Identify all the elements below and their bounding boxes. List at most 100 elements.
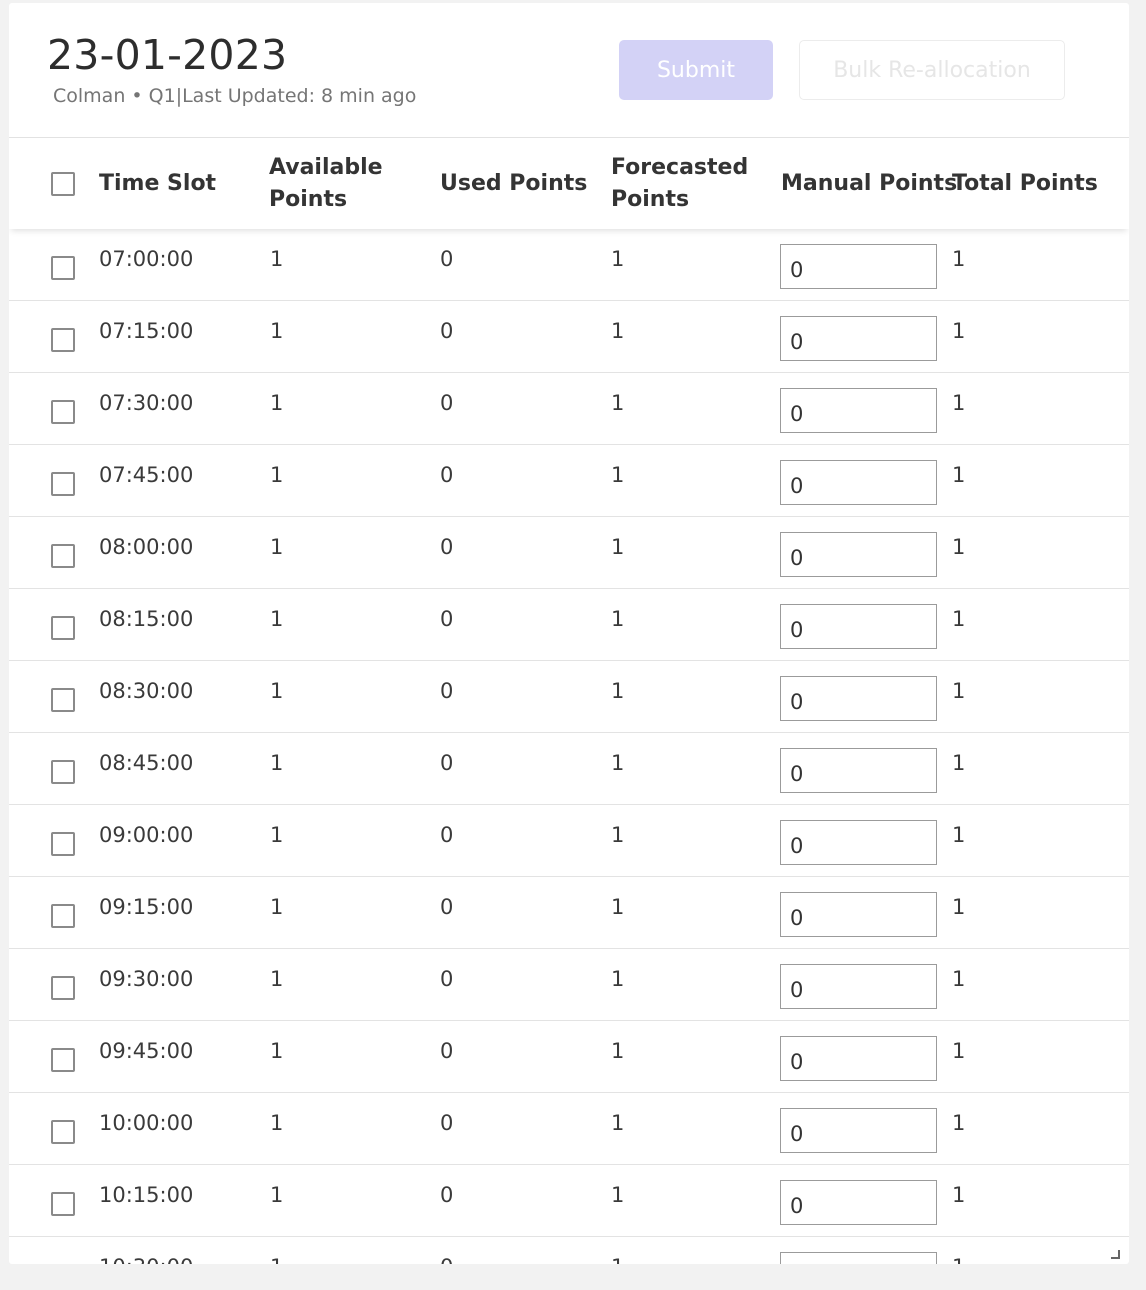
time-slot-cell: 08:30:00: [99, 679, 194, 703]
manual-points-input[interactable]: [780, 1180, 937, 1225]
table-row: 09:45:00 1 0 1 1: [9, 1021, 1129, 1093]
col-header-available-line2: Points: [269, 187, 348, 212]
row-checkbox[interactable]: [51, 1192, 75, 1216]
row-checkbox[interactable]: [51, 976, 75, 1000]
available-points-cell: 1: [270, 895, 284, 919]
manual-points-input[interactable]: [780, 1108, 937, 1153]
col-header-total-points: Total Points: [952, 171, 1098, 196]
col-header-forecasted-line1: Forecasted: [611, 155, 749, 180]
table-row: 09:15:00 1 0 1 1: [9, 877, 1129, 949]
used-points-cell: 0: [440, 823, 454, 847]
used-points-cell: 0: [440, 751, 454, 775]
available-points-cell: 1: [270, 391, 284, 415]
row-checkbox[interactable]: [51, 616, 75, 640]
table-row: 08:45:00 1 0 1 1: [9, 733, 1129, 805]
total-points-cell: 1: [952, 1255, 965, 1264]
available-points-cell: 1: [270, 1255, 283, 1264]
select-all-checkbox[interactable]: [51, 172, 75, 196]
manual-points-input[interactable]: [780, 1036, 937, 1081]
total-points-cell: 1: [952, 463, 966, 487]
available-points-cell: 1: [270, 463, 284, 487]
manual-points-input[interactable]: [780, 460, 937, 505]
available-points-cell: 1: [270, 607, 284, 631]
manual-points-input[interactable]: [780, 532, 937, 577]
used-points-cell: 0: [440, 463, 454, 487]
row-checkbox[interactable]: [51, 1048, 75, 1072]
resize-handle-icon[interactable]: [1111, 1250, 1120, 1259]
total-points-cell: 1: [952, 319, 966, 343]
row-checkbox[interactable]: [51, 760, 75, 784]
manual-points-input[interactable]: [780, 748, 937, 793]
manual-points-input[interactable]: [780, 964, 937, 1009]
total-points-cell: 1: [952, 823, 966, 847]
page-subtitle: Colman • Q1|Last Updated: 8 min ago: [53, 85, 417, 107]
row-checkbox[interactable]: [51, 904, 75, 928]
manual-points-input[interactable]: [780, 604, 937, 649]
table-body: 07:00:00101107:15:00101107:30:00101107:4…: [9, 229, 1129, 1264]
table-row: 08:00:00 1 0 1 1: [9, 517, 1129, 589]
time-slot-cell: 08:45:00: [99, 751, 194, 775]
available-points-cell: 1: [270, 967, 284, 991]
row-checkbox[interactable]: [51, 832, 75, 856]
used-points-cell: 0: [440, 535, 454, 559]
used-points-cell: 0: [440, 391, 454, 415]
available-points-cell: 1: [270, 319, 284, 343]
time-slot-cell: 10:15:00: [99, 1183, 194, 1207]
total-points-cell: 1: [952, 679, 966, 703]
forecasted-points-cell: 1: [611, 895, 625, 919]
row-checkbox[interactable]: [51, 1120, 75, 1144]
table-row: 07:30:00 1 0 1 1: [9, 373, 1129, 445]
forecasted-points-cell: 1: [611, 823, 625, 847]
used-points-cell: 0: [440, 1039, 454, 1063]
table-row: 08:30:00 1 0 1 1: [9, 661, 1129, 733]
used-points-cell: 0: [440, 967, 454, 991]
forecasted-points-cell: 1: [611, 535, 625, 559]
forecasted-points-cell: 1: [611, 1111, 625, 1135]
bulk-reallocation-button[interactable]: Bulk Re-allocation: [799, 40, 1065, 100]
table-row: 07:15:00 1 0 1 1: [9, 301, 1129, 373]
available-points-cell: 1: [270, 1183, 284, 1207]
row-checkbox[interactable]: [51, 400, 75, 424]
time-slot-cell: 08:15:00: [99, 607, 194, 631]
page-title: 23-01-2023: [47, 31, 288, 79]
row-checkbox[interactable]: [51, 544, 75, 568]
total-points-cell: 1: [952, 391, 966, 415]
used-points-cell: 0: [440, 247, 454, 271]
table-row: 07:45:00 1 0 1 1: [9, 445, 1129, 517]
forecasted-points-cell: 1: [611, 1255, 624, 1264]
forecasted-points-cell: 1: [611, 967, 625, 991]
used-points-cell: 0: [440, 679, 454, 703]
used-points-cell: 0: [440, 1111, 454, 1135]
row-checkbox[interactable]: [51, 256, 75, 280]
table-row: 09:00:00 1 0 1 1: [9, 805, 1129, 877]
manual-points-input[interactable]: [780, 676, 937, 721]
time-slot-card: 23-01-2023 Colman • Q1|Last Updated: 8 m…: [9, 3, 1129, 1264]
manual-points-input[interactable]: [780, 1252, 937, 1264]
available-points-cell: 1: [270, 679, 284, 703]
manual-points-input[interactable]: [780, 820, 937, 865]
manual-points-input[interactable]: [780, 892, 937, 937]
col-header-manual-points: Manual Points: [781, 171, 958, 196]
manual-points-input[interactable]: [780, 316, 937, 361]
col-header-used-points: Used Points: [440, 171, 588, 196]
manual-points-input[interactable]: [780, 388, 937, 433]
forecasted-points-cell: 1: [611, 751, 625, 775]
time-slot-cell: 08:00:00: [99, 535, 194, 559]
row-checkbox[interactable]: [51, 328, 75, 352]
total-points-cell: 1: [952, 607, 966, 631]
total-points-cell: 1: [952, 1039, 966, 1063]
available-points-cell: 1: [270, 823, 284, 847]
table-row: 10:15:00 1 0 1 1: [9, 1165, 1129, 1237]
time-slot-cell: 07:45:00: [99, 463, 194, 487]
used-points-cell: 0: [440, 607, 454, 631]
table-header: Time Slot Available Points Used Points F…: [9, 138, 1129, 229]
available-points-cell: 1: [270, 1111, 284, 1135]
total-points-cell: 1: [952, 247, 966, 271]
submit-button[interactable]: Submit: [619, 40, 773, 100]
time-slot-cell: 10:00:00: [99, 1111, 194, 1135]
table-row: 10:30:00 1 0 1 1: [9, 1237, 1129, 1264]
time-slot-cell: 09:45:00: [99, 1039, 194, 1063]
row-checkbox[interactable]: [51, 688, 75, 712]
row-checkbox[interactable]: [51, 472, 75, 496]
manual-points-input[interactable]: [780, 244, 937, 289]
